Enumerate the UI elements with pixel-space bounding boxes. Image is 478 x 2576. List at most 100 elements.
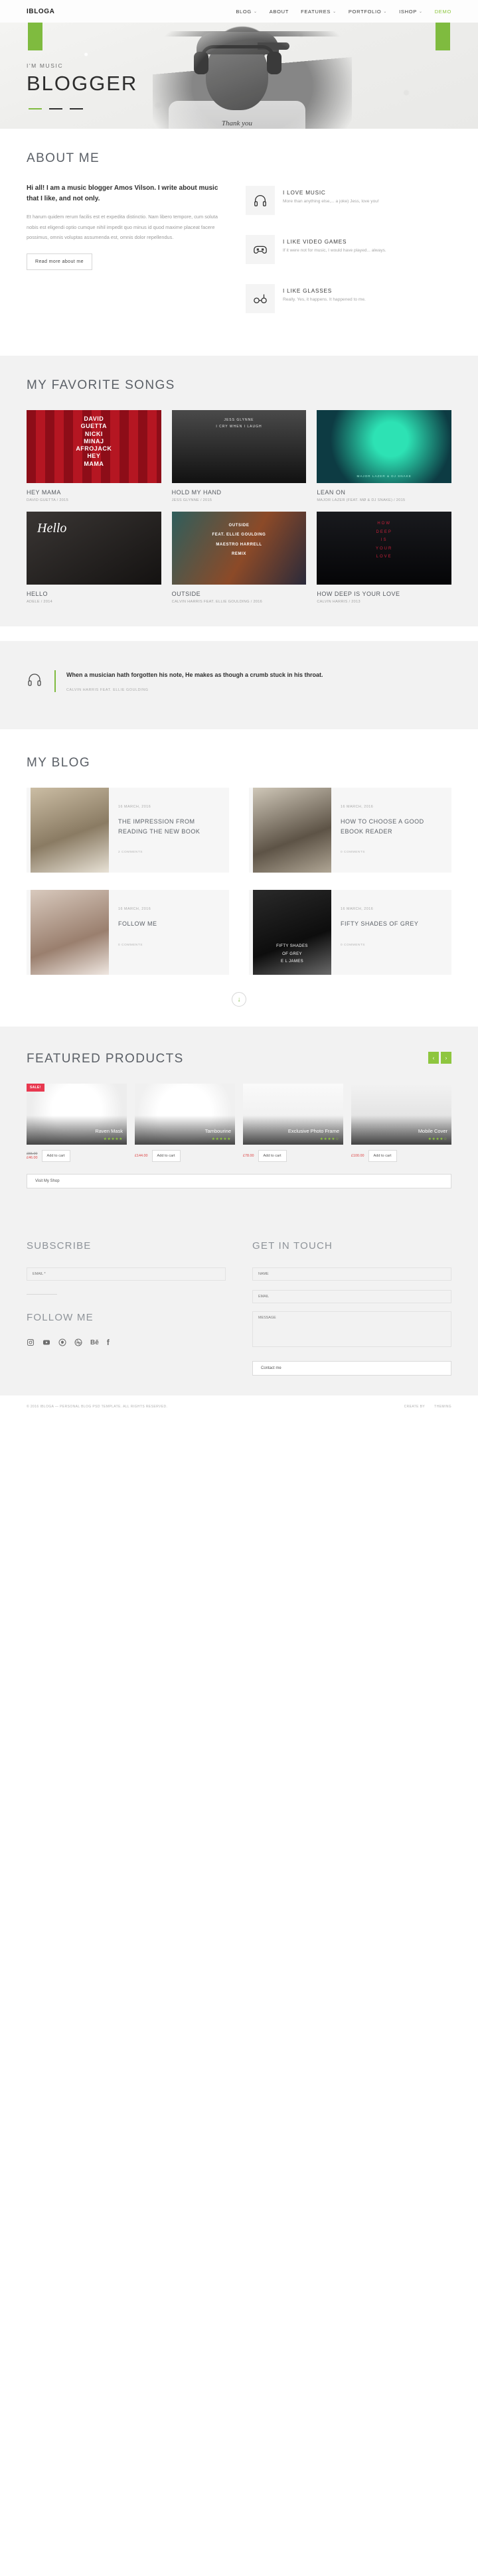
nav-item-blog[interactable]: BLOG ⌄ (236, 9, 257, 15)
pinterest-icon[interactable] (58, 1338, 66, 1346)
contact-column: GET IN TOUCH Contact me (252, 1240, 451, 1376)
subscribe-title: SUBSCRIBE (27, 1240, 92, 1252)
price-new: £46.00 (27, 1156, 38, 1161)
product-card[interactable]: SALE! Raven Mask ★★★★★ £55.00 £46.00 Add… (27, 1084, 127, 1163)
site-footer: SUBSCRIBE FOLLOW ME (0, 1216, 478, 1396)
products-title: FEATURED PRODUCTS (27, 1052, 184, 1066)
song-card[interactable]: LEAN ON MAJOR LAZER (FEAT. MØ & DJ SNAKE… (317, 410, 451, 502)
about-section: ABOUT ME Hi all! I am a music blogger Am… (0, 129, 478, 356)
song-card[interactable]: HELLO ADELE / 2014 (27, 512, 161, 604)
hero-photo: Thank you (153, 23, 352, 129)
instagram-icon[interactable] (27, 1338, 35, 1346)
chevron-down-icon: ⌄ (418, 9, 423, 14)
contact-name-input[interactable] (252, 1267, 451, 1281)
subscribe-email-input[interactable] (27, 1267, 226, 1281)
song-cover (171, 512, 307, 585)
feature-item-music: I LOVE MUSIC More than anything else,...… (246, 186, 451, 215)
post-thumbnail (253, 788, 331, 873)
song-card[interactable]: HOW DEEP IS YOUR LOVE CALVIN HARRIS / 20… (317, 512, 451, 604)
product-card[interactable]: Exclusive Photo Frame ★★★★☆ £78.00 Add t… (243, 1084, 343, 1163)
post-comments: 0 COMMENTS (118, 943, 143, 947)
visit-shop-button[interactable]: Visit My Shop (27, 1174, 451, 1189)
song-meta: ADELE / 2014 (27, 600, 53, 604)
nav-item-portfolio[interactable]: PORTFOLIO ⌄ (349, 9, 387, 15)
contact-message-input[interactable] (252, 1311, 451, 1348)
load-more-button[interactable]: ↓ (232, 992, 246, 1007)
add-to-cart-button[interactable]: Add to cart (151, 1150, 181, 1163)
slider-dot-1[interactable] (29, 108, 42, 109)
about-text-column: Hi all! I am a music blogger Amos Vilson… (27, 183, 226, 333)
add-to-cart-button[interactable]: Add to cart (368, 1150, 397, 1163)
songs-grid: HEY MAMA DAVID GUETTA / 2015 HOLD MY HAN… (27, 410, 451, 604)
feature-title: I LIKE GLASSES (283, 288, 333, 294)
nav-label: FEATURES (301, 8, 331, 15)
product-image: Raven Mask ★★★★★ (27, 1084, 127, 1145)
photo-headphones (194, 45, 281, 88)
post-title[interactable]: FOLLOW ME (118, 919, 221, 928)
add-to-cart-button[interactable]: Add to cart (258, 1150, 287, 1163)
nav-label: PORTFOLIO (348, 8, 382, 15)
facebook-icon[interactable]: f (107, 1338, 110, 1347)
post-thumbnail (31, 890, 109, 975)
post-title[interactable]: FIFTY SHADES OF GREY (341, 919, 443, 928)
headphones-icon (246, 186, 275, 215)
blog-post-card[interactable]: 16 MARCH, 2016 HOW TO CHOOSE A GOOD EBOO… (249, 788, 451, 873)
contact-email-input[interactable] (252, 1290, 451, 1304)
hero-title: BLOGGER (27, 72, 138, 95)
quote-accent-bar (54, 670, 56, 693)
post-title[interactable]: THE IMPRESSION FROM READING THE NEW BOOK (118, 817, 221, 836)
copyright-text: © 2016 IBLOGA — PERSONAL BLOG PSD TEMPLA… (27, 1405, 168, 1409)
nav-item-features[interactable]: FEATURES ⌄ (301, 9, 337, 15)
nav-item-ishop[interactable]: ISHOP ⌄ (399, 9, 423, 15)
blog-post-card[interactable]: 16 MARCH, 2016 FIFTY SHADES OF GREY 0 CO… (249, 890, 451, 975)
song-title: OUTSIDE (171, 591, 201, 597)
product-card[interactable]: Mobile Cover ★★★★☆ £100.00 Add to cart (351, 1084, 451, 1163)
product-price: £55.00 £46.00 (27, 1152, 38, 1160)
quote-citation: CALVIN HARRIS FEAT. ELLIE GOULDING (66, 688, 149, 693)
nav-item-about[interactable]: ABOUT (270, 9, 289, 15)
glasses-icon (246, 284, 275, 313)
product-name: Tambourine (204, 1127, 231, 1134)
footer-link-create-by[interactable]: CREATE BY (404, 1405, 426, 1409)
product-card[interactable]: Tambourine ★★★★★ £144.00 Add to cart (135, 1084, 235, 1163)
behance-icon[interactable]: Bē (90, 1339, 99, 1346)
songs-title: MY FAVORITE SONGS (27, 378, 175, 392)
nav-item-demo[interactable]: DEMO (435, 9, 451, 15)
dribbble-icon[interactable] (74, 1338, 82, 1346)
site-logo[interactable]: IBLOGA (27, 8, 55, 15)
hero-accent-tab-left (28, 23, 42, 50)
footer-link-theming[interactable]: THEMING (434, 1405, 451, 1409)
rating-stars: ★★★★☆ (428, 1137, 447, 1142)
chevron-left-icon[interactable]: ‹ (428, 1052, 439, 1064)
song-card[interactable]: HOLD MY HAND JESS GLYNNE / 2015 (171, 410, 307, 502)
nav-label: ABOUT (269, 8, 289, 15)
post-title[interactable]: HOW TO CHOOSE A GOOD EBOOK READER (341, 817, 443, 836)
subscribe-column: SUBSCRIBE FOLLOW ME (27, 1240, 226, 1376)
copyright-bar: © 2016 IBLOGA — PERSONAL BLOG PSD TEMPLA… (0, 1395, 478, 1419)
song-cover (171, 410, 307, 483)
product-name: Exclusive Photo Frame (287, 1127, 339, 1134)
youtube-icon[interactable] (42, 1338, 50, 1346)
song-meta: DAVID GUETTA / 2015 (27, 498, 69, 502)
song-card[interactable]: HEY MAMA DAVID GUETTA / 2015 (27, 410, 161, 502)
chevron-right-icon[interactable]: › (441, 1052, 451, 1064)
add-to-cart-button[interactable]: Add to cart (41, 1150, 70, 1163)
blog-post-card[interactable]: 16 MARCH, 2016 THE IMPRESSION FROM READI… (27, 788, 229, 873)
song-title: LEAN ON (317, 489, 346, 496)
blog-post-card[interactable]: 16 MARCH, 2016 FOLLOW ME 0 COMMENTS (27, 890, 229, 975)
product-price: £100.00 (351, 1154, 364, 1158)
read-more-button[interactable]: Read more about me (27, 253, 92, 270)
feature-text: Really. Yes, it happens. It happened to … (283, 297, 366, 302)
slider-dot-2[interactable] (49, 108, 62, 109)
slider-dot-3[interactable] (70, 108, 83, 109)
song-meta: JESS GLYNNE / 2015 (171, 498, 212, 502)
product-price: £144.00 (135, 1154, 148, 1158)
song-card[interactable]: OUTSIDE CALVIN HARRIS FEAT. ELLIE GOULDI… (171, 512, 307, 604)
subscribe-divider (27, 1294, 57, 1295)
products-carousel-nav: ‹ › (428, 1052, 451, 1064)
nav-label: DEMO (434, 8, 451, 15)
contact-submit-button[interactable]: Contact me (252, 1361, 451, 1376)
price-new: £144.00 (135, 1154, 148, 1159)
hero-slider: Thank you I'M MUSIC BLOGGER (0, 23, 478, 129)
chevron-down-icon: ⌄ (383, 9, 388, 14)
